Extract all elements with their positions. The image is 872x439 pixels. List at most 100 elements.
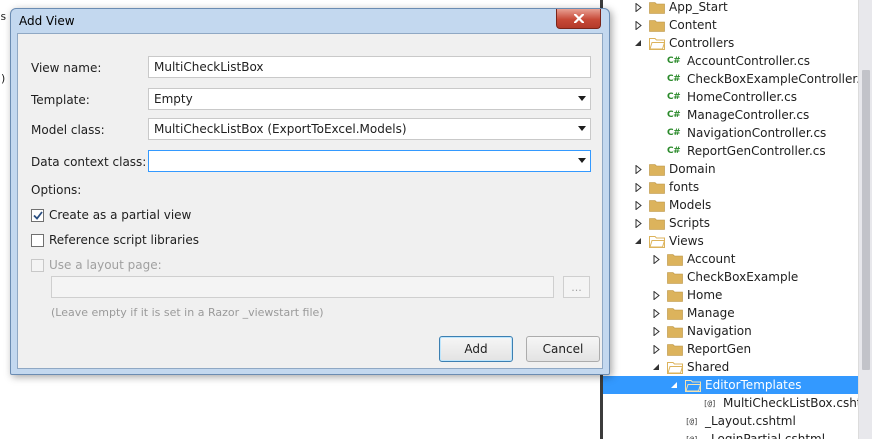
- layout-page-option: Use a layout page:: [31, 257, 162, 273]
- folder-icon: [667, 253, 683, 266]
- data-context-class-dropdown[interactable]: [148, 150, 591, 172]
- expand-arrow-collapsed-icon[interactable]: [651, 254, 661, 264]
- tree-item-label: Controllers: [669, 36, 735, 50]
- tree-item-editortemplates[interactable]: EditorTemplates: [603, 376, 858, 394]
- expand-arrow-collapsed-icon[interactable]: [633, 2, 643, 12]
- folder-icon: [649, 163, 665, 176]
- tree-item-shared[interactable]: Shared: [603, 358, 858, 376]
- folder-open-icon: [667, 361, 684, 374]
- tree-item-reportgencontroller-cs[interactable]: C# ReportGenController.cs: [603, 142, 858, 160]
- tree-item-controllers[interactable]: Controllers: [603, 34, 858, 52]
- csharp-file-icon: C#: [667, 128, 681, 138]
- tree-item-reportgen[interactable]: ReportGen: [603, 340, 858, 358]
- template-label: Template:: [31, 93, 90, 107]
- csharp-file-icon: C#: [667, 146, 681, 156]
- partial-view-label: Create as a partial view: [49, 208, 192, 222]
- csharp-file-icon: C#: [667, 92, 681, 102]
- cshtml-file-icon: [@]: [703, 398, 716, 408]
- tree-item-label: Views: [669, 234, 704, 248]
- tree-item-label: HomeController.cs: [687, 90, 798, 104]
- close-button[interactable]: [556, 9, 601, 29]
- tree-item-navigationcontroller-cs[interactable]: C# NavigationController.cs: [603, 124, 858, 142]
- model-class-value: MultiCheckListBox (ExportToExcel.Models): [154, 122, 407, 136]
- folder-icon: [667, 307, 683, 320]
- tree-item-label: CheckBoxExampleController.cs: [687, 72, 858, 86]
- tree-item-scripts[interactable]: Scripts: [603, 214, 858, 232]
- expand-arrow-collapsed-icon[interactable]: [651, 344, 661, 354]
- tree-item-label: MultiCheckListBox.cshtml: [723, 396, 858, 410]
- partial-view-option[interactable]: Create as a partial view: [31, 207, 191, 223]
- tree-item-layout-cshtml[interactable]: [@] _Layout.cshtml: [603, 412, 858, 430]
- dialog-body: View name: Template: Empty Model class: …: [17, 33, 603, 369]
- cancel-button[interactable]: Cancel: [526, 336, 600, 362]
- expand-arrow-collapsed-icon[interactable]: [651, 290, 661, 300]
- folder-icon: [649, 199, 665, 212]
- tree-item-models[interactable]: Models: [603, 196, 858, 214]
- tree-item-loginpartial-cshtml[interactable]: [@] _LoginPartial.cshtml: [603, 430, 858, 439]
- expand-arrow-expanded-icon[interactable]: [633, 236, 643, 246]
- expand-arrow-collapsed-icon[interactable]: [651, 308, 661, 318]
- tree-item-domain[interactable]: Domain: [603, 160, 858, 178]
- tree-item-label: Content: [669, 18, 717, 32]
- view-name-input[interactable]: [148, 56, 591, 78]
- tree-item-label: EditorTemplates: [705, 378, 802, 392]
- folder-icon: [649, 1, 665, 14]
- script-libraries-label: Reference script libraries: [49, 233, 199, 247]
- partial-view-checkbox[interactable]: [31, 208, 44, 222]
- tree-item-label: App_Start: [669, 0, 728, 14]
- layout-page-label: Use a layout page:: [49, 258, 162, 272]
- tree-item-label: Scripts: [669, 216, 711, 230]
- tree-item-fonts[interactable]: fonts: [603, 178, 858, 196]
- tree-item-label: Account: [687, 252, 736, 266]
- solution-tree: App_Start Content Controllers C# AccountCont…: [603, 0, 858, 439]
- tree-item-account[interactable]: Account: [603, 250, 858, 268]
- expand-arrow-collapsed-icon[interactable]: [633, 218, 643, 228]
- tree-item-managecontroller-cs[interactable]: C# ManageController.cs: [603, 106, 858, 124]
- expand-arrow-collapsed-icon[interactable]: [633, 182, 643, 192]
- expand-arrow-collapsed-icon[interactable]: [633, 164, 643, 174]
- expand-arrow-expanded-icon[interactable]: [633, 38, 643, 48]
- expand-arrow-collapsed-icon[interactable]: [633, 20, 643, 30]
- model-class-dropdown[interactable]: MultiCheckListBox (ExportToExcel.Models): [148, 118, 591, 140]
- model-class-label: Model class:: [31, 123, 105, 137]
- expand-arrow-collapsed-icon[interactable]: [651, 326, 661, 336]
- tree-item-label: ManageController.cs: [687, 108, 810, 122]
- tree-item-accountcontroller-cs[interactable]: C# AccountController.cs: [603, 52, 858, 70]
- solution-explorer-scrollbar[interactable]: [858, 0, 872, 439]
- expand-arrow-collapsed-icon[interactable]: [633, 200, 643, 210]
- tree-item-label: AccountController.cs: [687, 54, 811, 68]
- dropdown-arrow-icon: [578, 158, 586, 163]
- scrollbar-thumb[interactable]: [862, 70, 870, 370]
- expand-arrow-expanded-icon[interactable]: [651, 362, 661, 372]
- folder-open-icon: [685, 379, 702, 392]
- folder-open-icon: [649, 235, 666, 248]
- tree-item-label: ReportGenController.cs: [687, 144, 826, 158]
- tree-item-label: Home: [687, 288, 723, 302]
- tree-item-manage[interactable]: Manage: [603, 304, 858, 322]
- add-button[interactable]: Add: [439, 336, 513, 362]
- solution-explorer: App_Start Content Controllers C# AccountCont…: [600, 0, 872, 439]
- folder-open-icon: [649, 37, 666, 50]
- template-value: Empty: [154, 92, 193, 106]
- tree-item-multichecklistbox-cshtml[interactable]: [@] MultiCheckListBox.cshtml: [603, 394, 858, 412]
- csharp-file-icon: C#: [667, 56, 681, 66]
- tree-item-home[interactable]: Home: [603, 286, 858, 304]
- tree-item-checkboxexample[interactable]: CheckBoxExample: [603, 268, 858, 286]
- script-libraries-checkbox[interactable]: [31, 233, 44, 247]
- tree-item-homecontroller-cs[interactable]: C# HomeController.cs: [603, 88, 858, 106]
- cshtml-file-icon: [@]: [685, 416, 698, 426]
- tree-item-views[interactable]: Views: [603, 232, 858, 250]
- folder-icon: [667, 325, 683, 338]
- browse-button: ...: [563, 276, 590, 298]
- dialog-titlebar[interactable]: Add View: [11, 9, 609, 33]
- tree-item-app-start[interactable]: App_Start: [603, 0, 858, 16]
- dropdown-arrow-icon: [578, 96, 586, 101]
- expand-arrow-expanded-icon[interactable]: [669, 380, 679, 390]
- folder-icon: [667, 343, 683, 356]
- tree-item-label: fonts: [669, 180, 700, 194]
- tree-item-content[interactable]: Content: [603, 16, 858, 34]
- tree-item-navigation[interactable]: Navigation: [603, 322, 858, 340]
- script-libraries-option[interactable]: Reference script libraries: [31, 232, 199, 248]
- template-dropdown[interactable]: Empty: [148, 88, 591, 110]
- tree-item-checkboxexamplecontroller-cs[interactable]: C# CheckBoxExampleController.cs: [603, 70, 858, 88]
